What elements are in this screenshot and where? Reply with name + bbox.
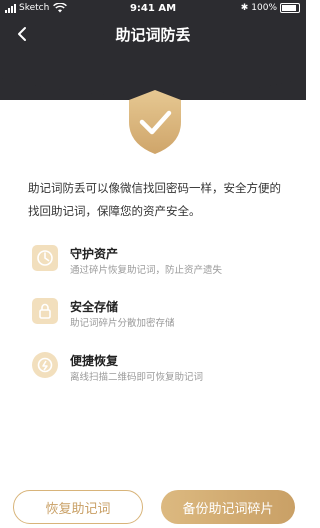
backup-fragments-button[interactable]: 备份助记词碎片 [161,490,295,524]
clock-recover-icon [32,352,58,378]
feature-desc: 通过碎片恢复助记词，防止资产遗失 [70,265,223,276]
restore-mnemonic-button[interactable]: 恢复助记词 [13,490,143,524]
feature-guard-assets: 守护资产 通过碎片恢复助记词，防止资产遗失 [32,245,282,285]
status-right: ✱ 100% [241,3,300,13]
feature-title: 安全存储 [70,300,119,314]
feature-desc: 助记词碎片分散加密存储 [70,318,175,329]
shield-guard-icon [32,245,58,271]
status-bar: Sketch 9:41 AM ✱ 100% [0,0,306,18]
battery-percent: 100% [251,3,277,13]
lock-storage-icon [32,298,58,324]
feature-secure-storage: 安全存储 助记词碎片分散加密存储 [32,298,282,338]
page-title: 助记词防丢 [115,26,191,44]
bottom-actions: 恢复助记词 备份助记词碎片 [0,490,306,528]
battery-icon [280,3,300,13]
feature-title: 便捷恢复 [70,354,119,368]
feature-desc: 离线扫描二维码即可恢复助记词 [70,372,204,383]
shield-check-icon [129,90,181,154]
intro-text: 助记词防丢可以像微信找回密码一样，安全方便的找回助记词，保障您的资产安全。 [28,181,281,218]
feature-title: 守护资产 [70,247,119,261]
feature-easy-recovery: 便捷恢复 离线扫描二维码即可恢复助记词 [32,352,282,392]
bluetooth-icon: ✱ [240,3,249,13]
